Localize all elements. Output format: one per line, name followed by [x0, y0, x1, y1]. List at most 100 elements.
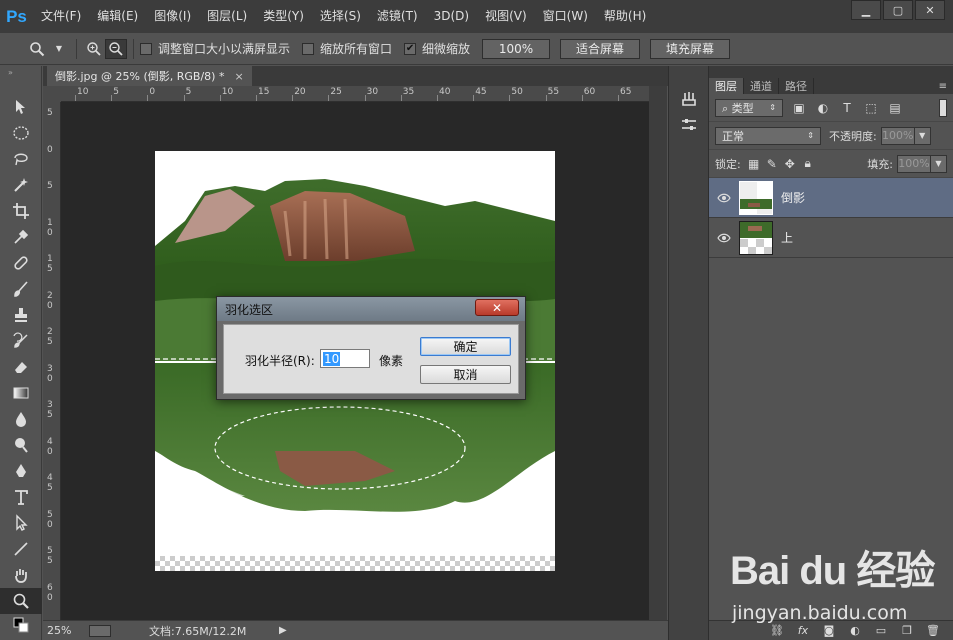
path-selection-tool[interactable]: [0, 510, 42, 536]
zoom-level[interactable]: 25%: [43, 624, 89, 637]
menu-help[interactable]: 帮助(H): [596, 0, 654, 33]
panel-menu-icon[interactable]: ≡: [939, 78, 953, 94]
lock-position-icon[interactable]: ✥: [781, 157, 799, 171]
menu-3d[interactable]: 3D(D): [426, 0, 477, 33]
menu-image[interactable]: 图像(I): [146, 0, 199, 33]
line-tool[interactable]: [0, 536, 42, 562]
magnifier-icon: [30, 41, 45, 56]
fit-screen-button[interactable]: 适合屏幕: [560, 38, 641, 59]
resize-windows-checkbox[interactable]: 调整窗口大小以满屏显示: [140, 40, 290, 57]
type-tool[interactable]: [0, 484, 42, 510]
adjustment-filter-icon[interactable]: ◐: [815, 100, 831, 116]
gradient-tool[interactable]: [0, 380, 42, 406]
visibility-eye-icon[interactable]: [709, 233, 739, 243]
zoom-in-button[interactable]: [83, 39, 105, 59]
vertical-scrollbar[interactable]: [649, 86, 667, 620]
magic-wand-tool[interactable]: [0, 172, 42, 198]
ok-button[interactable]: 确定: [420, 337, 511, 356]
tab-layers[interactable]: 图层: [709, 78, 744, 94]
menu-file[interactable]: 文件(F): [33, 0, 89, 33]
layer-row-reflection[interactable]: 倒影: [709, 178, 953, 218]
zoom-tool-preset-picker[interactable]: [26, 39, 48, 59]
clone-stamp-tool[interactable]: [0, 302, 42, 328]
toolbar-collapse-icon[interactable]: »: [0, 66, 41, 94]
eraser-icon: [15, 362, 27, 373]
zoom-tool[interactable]: [0, 588, 42, 614]
dodge-tool[interactable]: [0, 432, 42, 458]
fill-label: 填充:: [867, 157, 893, 171]
scrubby-zoom-checkbox[interactable]: ✔ 细微缩放: [404, 40, 470, 57]
color-swatches[interactable]: [0, 614, 42, 636]
menu-filter[interactable]: 滤镜(T): [369, 0, 426, 33]
menu-layer[interactable]: 图层(L): [199, 0, 255, 33]
menu-window[interactable]: 窗口(W): [535, 0, 596, 33]
preset-dropdown-arrow[interactable]: ▼: [48, 39, 70, 59]
smart-object-filter-icon[interactable]: ▤: [887, 100, 903, 116]
eraser-tool[interactable]: [0, 354, 42, 380]
zoom-all-windows-checkbox[interactable]: 缩放所有窗口: [302, 40, 392, 57]
trash-icon[interactable]: 🗑︎: [920, 624, 946, 637]
pen-tool[interactable]: [0, 458, 42, 484]
menu-select[interactable]: 选择(S): [312, 0, 369, 33]
fill-dropdown[interactable]: ▼: [931, 154, 947, 173]
lock-transparent-icon[interactable]: ▦: [745, 157, 763, 171]
layer-style-fx-icon[interactable]: fx: [790, 624, 816, 637]
type-filter-icon[interactable]: T: [839, 100, 855, 116]
filter-toggle[interactable]: [939, 98, 947, 117]
ruler-origin[interactable]: [43, 86, 61, 102]
opacity-input[interactable]: 100%: [880, 126, 915, 145]
adjustment-layer-icon[interactable]: ◐: [842, 624, 868, 637]
tab-channels[interactable]: 通道: [744, 78, 779, 94]
feather-radius-input[interactable]: 10: [320, 349, 370, 368]
status-info-icon[interactable]: [89, 624, 111, 637]
brush-presets-button[interactable]: [669, 86, 709, 112]
new-layer-icon[interactable]: ❐: [894, 624, 920, 637]
fill-screen-button[interactable]: 填充屏幕: [650, 38, 731, 59]
menu-type[interactable]: 类型(Y): [255, 0, 312, 33]
minimize-button[interactable]: ▁: [851, 0, 881, 20]
horizontal-ruler[interactable]: 10 5 0 5 10 15 20 25 30 35 40 45 50 55 60 65: [61, 86, 649, 102]
cancel-button[interactable]: 取消: [420, 365, 511, 384]
zoom-out-button[interactable]: [105, 38, 127, 59]
adjustments-button[interactable]: [669, 112, 709, 138]
new-group-icon[interactable]: ▭: [868, 624, 894, 637]
healing-brush-tool[interactable]: [0, 250, 42, 276]
filter-kind-select[interactable]: ⌕ 类型 ⇕: [715, 98, 783, 117]
maximize-icon: ▢: [892, 3, 904, 17]
add-mask-icon[interactable]: ◙: [816, 624, 842, 637]
fill-input[interactable]: 100%: [897, 154, 931, 173]
zoom-100-button[interactable]: 100%: [482, 38, 551, 59]
vertical-ruler[interactable]: 5 0 5 1 0 1 5 2 0 2 5 3 0 3 5 4 0 4 5 5 0 5 5 6 0: [43, 102, 61, 620]
arrow-pointer-icon: [16, 514, 28, 531]
close-icon[interactable]: ×: [234, 70, 243, 83]
play-arrow-icon[interactable]: ▶: [279, 625, 287, 636]
lock-label: 锁定:: [715, 157, 741, 171]
blur-tool[interactable]: [0, 406, 42, 432]
lasso-tool[interactable]: [0, 146, 42, 172]
lock-pixels-icon[interactable]: ✎: [763, 157, 781, 171]
opacity-dropdown[interactable]: ▼: [914, 126, 931, 145]
lock-all-icon[interactable]: 🔒︎: [799, 156, 817, 171]
document-tab[interactable]: 倒影.jpg @ 25% (倒影, RGB/8) * ×: [47, 66, 252, 86]
visibility-eye-icon[interactable]: [709, 193, 739, 203]
menu-edit[interactable]: 编辑(E): [89, 0, 146, 33]
image-filter-icon[interactable]: ▣: [791, 100, 807, 116]
history-brush-tool[interactable]: [0, 328, 42, 354]
menu-view[interactable]: 视图(V): [477, 0, 535, 33]
blend-mode-select[interactable]: 正常 ⇕: [715, 126, 821, 145]
close-window-button[interactable]: ✕: [915, 0, 945, 20]
hand-tool[interactable]: [0, 562, 42, 588]
minimize-icon: ▁: [861, 3, 871, 17]
dialog-close-button[interactable]: ✕: [475, 299, 519, 316]
link-layers-icon[interactable]: ⛓︎: [764, 624, 790, 637]
maximize-button[interactable]: ▢: [883, 0, 913, 20]
crop-tool[interactable]: [0, 198, 42, 224]
shape-filter-icon[interactable]: ⬚: [863, 100, 879, 116]
marquee-tool[interactable]: [0, 120, 42, 146]
brush-tool[interactable]: [0, 276, 42, 302]
eyedropper-tool[interactable]: [0, 224, 42, 250]
dialog-body: 羽化半径(R): 10 像素 确定 取消: [223, 324, 519, 394]
layer-row-upper[interactable]: 上: [709, 218, 953, 258]
move-tool[interactable]: [0, 94, 42, 120]
tab-paths[interactable]: 路径: [779, 78, 814, 94]
